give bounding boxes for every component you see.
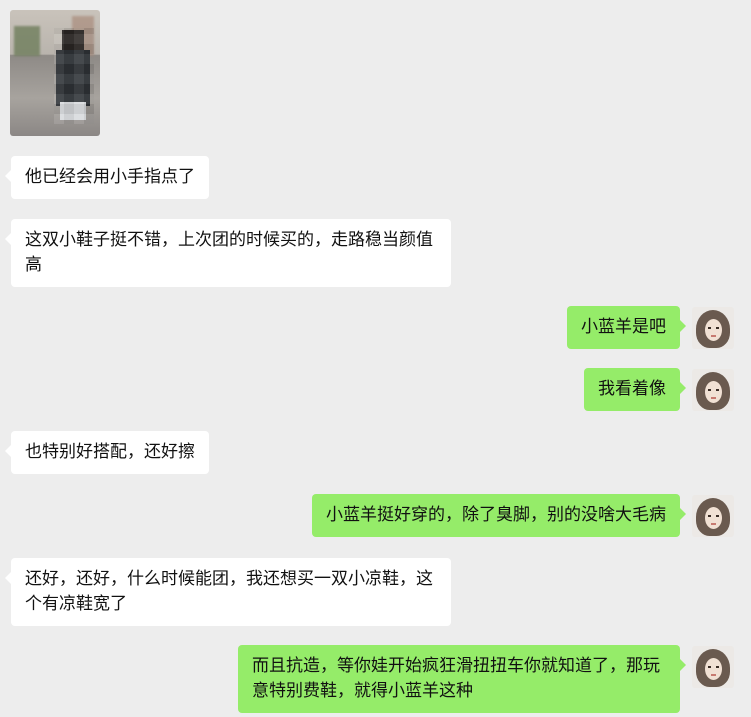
avatar-eye	[716, 515, 719, 517]
message-bubble-right[interactable]: 小蓝羊挺好穿的，除了臭脚，别的没啥大毛病	[312, 494, 686, 537]
avatar-eye	[708, 515, 711, 517]
user-avatar-icon[interactable]	[692, 307, 734, 349]
avatar-eye	[708, 389, 711, 391]
avatar-eye	[708, 666, 711, 668]
message-bubble-left[interactable]: 这双小鞋子挺不错，上次团的时候买的，走路稳当颜值高	[5, 219, 451, 287]
message-bubble-left[interactable]: 还好，还好，什么时候能团，我还想买一双小凉鞋，这个有凉鞋宽了	[5, 558, 451, 626]
avatar-face	[705, 507, 722, 529]
avatar-eye	[716, 389, 719, 391]
avatar-mouth	[711, 335, 716, 337]
avatar-face	[705, 658, 722, 680]
chat-image-message[interactable]	[10, 10, 100, 136]
message-bubble-left[interactable]: 也特别好搭配，还好擦	[5, 431, 209, 474]
user-avatar-icon[interactable]	[692, 495, 734, 537]
avatar-mouth	[711, 397, 716, 399]
avatar-eye	[708, 327, 711, 329]
avatar-face	[705, 381, 722, 403]
user-avatar-icon[interactable]	[692, 369, 734, 411]
avatar-mouth	[711, 674, 716, 676]
message-bubble-left[interactable]: 他已经会用小手指点了	[5, 156, 209, 199]
avatar-eye	[716, 327, 719, 329]
image-mosaic-blur	[54, 28, 94, 124]
message-bubble-right[interactable]: 而且抗造，等你娃开始疯狂滑扭扭车你就知道了，那玩意特别费鞋，就得小蓝羊这种	[238, 645, 686, 713]
user-avatar-icon[interactable]	[692, 646, 734, 688]
avatar-face	[705, 319, 722, 341]
message-bubble-right[interactable]: 小蓝羊是吧	[567, 306, 686, 349]
avatar-eye	[716, 666, 719, 668]
message-bubble-right[interactable]: 我看着像	[584, 368, 686, 411]
image-tree	[14, 26, 40, 56]
avatar-mouth	[711, 523, 716, 525]
